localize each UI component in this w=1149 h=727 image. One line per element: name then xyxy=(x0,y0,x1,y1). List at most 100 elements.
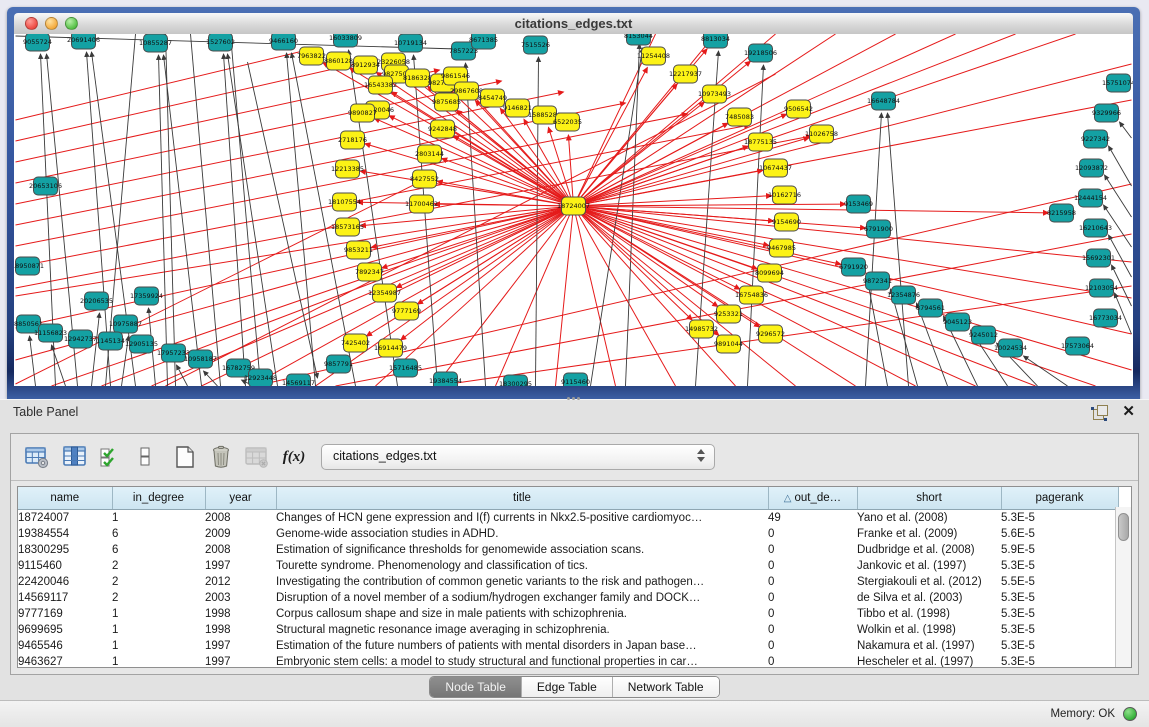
network-window-titlebar[interactable]: citations_edges.txt xyxy=(14,13,1133,35)
graph-node[interactable]: 18950871 xyxy=(14,257,44,275)
column-header-title[interactable]: title xyxy=(276,487,768,510)
graph-node[interactable]: 8671385 xyxy=(469,34,498,49)
graph-node[interactable]: 12942737 xyxy=(64,330,97,348)
graph-node[interactable]: 16914479 xyxy=(374,339,407,357)
graph-node[interactable]: 10958187 xyxy=(184,350,217,368)
close-panel-icon[interactable]: ✕ xyxy=(1122,403,1135,421)
black-edge[interactable] xyxy=(888,113,909,386)
graph-node[interactable]: 8427552 xyxy=(410,170,439,188)
graph-node[interactable]: 8860128 xyxy=(324,52,353,70)
graph-node[interactable]: 8794561 xyxy=(916,299,945,317)
delete-rows-icon[interactable] xyxy=(207,443,235,471)
graph-node[interactable]: 8912934 xyxy=(351,56,380,74)
graph-node[interactable]: 2803144 xyxy=(415,145,444,163)
red-edge-hub[interactable] xyxy=(568,135,573,206)
table-row[interactable]: 1456911722003Disruption of a novel membe… xyxy=(18,590,1118,606)
graph-node[interactable]: 14569117 xyxy=(282,374,315,386)
graph-node[interactable]: 20206535 xyxy=(80,292,113,310)
red-edge-ray[interactable] xyxy=(436,206,574,386)
table-row[interactable]: 1830029562008Estimation of significance … xyxy=(18,542,1118,558)
graph-node[interactable]: 12444154 xyxy=(1074,189,1107,207)
black-edge[interactable] xyxy=(224,54,246,386)
new-table-icon[interactable] xyxy=(171,443,199,471)
column-chooser-icon[interactable] xyxy=(61,443,89,471)
graph-node[interactable]: 12103054 xyxy=(1085,279,1118,297)
graph-node[interactable]: 12213385 xyxy=(331,160,364,178)
graph-node[interactable]: 18107554 xyxy=(328,193,361,211)
graph-node[interactable]: 19384554 xyxy=(429,372,462,386)
table-row[interactable]: 946554611997Estimation of the future num… xyxy=(18,638,1118,654)
graph-node[interactable]: 9891044 xyxy=(714,335,743,353)
black-edge[interactable] xyxy=(1105,175,1132,217)
graph-node[interactable]: 16648784 xyxy=(867,92,900,110)
graph-node[interactable]: 9227342 xyxy=(1081,130,1110,148)
graph-node[interactable]: 8153044 xyxy=(624,34,653,45)
graph-node[interactable]: 7425402 xyxy=(341,334,370,352)
graph-node[interactable]: 9115460 xyxy=(561,373,590,386)
graph-node[interactable]: 17573064 xyxy=(1061,337,1094,355)
column-header-short[interactable]: short xyxy=(857,487,1001,510)
black-edge[interactable] xyxy=(228,54,278,386)
red-edge-hub[interactable] xyxy=(574,206,718,307)
red-edge-hub[interactable] xyxy=(574,123,729,206)
graph-node[interactable]: 9777169 xyxy=(392,302,421,320)
table-row[interactable]: 1938455462009Genome-wide association stu… xyxy=(18,526,1118,542)
graph-node[interactable]: 16773034 xyxy=(1089,309,1122,327)
black-edge[interactable] xyxy=(867,275,888,386)
rows-icon[interactable] xyxy=(131,443,159,471)
graph-node[interactable]: 8813034 xyxy=(701,34,730,48)
tab-node-table[interactable]: Node Table xyxy=(430,677,522,697)
graph-node[interactable]: 9857791 xyxy=(324,355,353,373)
graph-node[interactable]: 17359924 xyxy=(130,287,163,305)
graph-node[interactable]: 9872341 xyxy=(863,272,892,290)
graph-node[interactable]: 18573165 xyxy=(331,218,364,236)
graph-node[interactable]: 10674437 xyxy=(759,159,792,177)
red-edge-hub[interactable] xyxy=(574,67,648,206)
graph-node[interactable]: 9153469 xyxy=(844,195,873,213)
graph-node[interactable]: 10024534 xyxy=(994,339,1027,357)
graph-node[interactable]: 16033809 xyxy=(329,34,362,47)
table-row[interactable]: 911546021997Tourette syndrome. Phenomeno… xyxy=(18,558,1118,574)
graph-node[interactable]: 9253321 xyxy=(714,305,743,323)
red-edge-hub[interactable] xyxy=(389,116,573,206)
graph-node[interactable]: 10719134 xyxy=(394,34,427,52)
graph-node[interactable]: 12905135 xyxy=(125,335,158,353)
scrollbar-thumb[interactable] xyxy=(1118,513,1129,541)
graph-node[interactable]: 9154690 xyxy=(772,213,801,231)
graph-node[interactable]: 11254408 xyxy=(637,47,670,65)
table-selector-dropdown[interactable]: citations_edges.txt xyxy=(321,444,715,470)
graph-node[interactable]: 10973493 xyxy=(698,85,731,103)
table-row[interactable]: 946362711997Embryonic stem cells: a mode… xyxy=(18,654,1118,668)
graph-node[interactable]: 12217937 xyxy=(669,65,702,83)
network-canvas[interactable]: 1872400779638228860128891293423226058982… xyxy=(14,34,1133,386)
graph-node[interactable]: 9329966 xyxy=(1092,104,1121,122)
graph-node[interactable]: 14985732 xyxy=(685,320,718,338)
graph-node[interactable]: 1145134 xyxy=(96,332,125,350)
graph-node[interactable]: 16543382 xyxy=(364,76,397,94)
graph-node[interactable]: 9045123 xyxy=(943,313,972,331)
graph-node[interactable]: 15716485 xyxy=(389,359,422,377)
graph-node[interactable]: 18300295 xyxy=(499,375,532,386)
black-edge[interactable] xyxy=(166,34,176,386)
float-window-icon[interactable] xyxy=(1093,405,1109,420)
graph-node[interactable]: 1527602 xyxy=(206,34,235,51)
tab-network-table[interactable]: Network Table xyxy=(613,677,719,697)
graph-node[interactable]: 8099694 xyxy=(755,264,784,282)
graph-node[interactable]: 10855287 xyxy=(139,34,172,52)
graph-node[interactable]: 6791900 xyxy=(864,220,893,238)
column-header-pagerank[interactable]: pagerank xyxy=(1001,487,1118,510)
function-builder-icon[interactable]: f(x) xyxy=(277,446,311,468)
graph-node[interactable]: 20653106 xyxy=(29,177,62,195)
delete-table-icon[interactable] xyxy=(243,443,271,471)
column-header-year[interactable]: year xyxy=(205,487,276,510)
black-edge[interactable] xyxy=(1120,122,1132,138)
graph-node[interactable]: 11700462 xyxy=(405,195,438,213)
graph-node[interactable]: 6791920 xyxy=(839,258,868,276)
black-edge[interactable] xyxy=(30,336,36,386)
graph-node[interactable]: 12093872 xyxy=(1075,159,1108,177)
graph-node[interactable]: 10975887 xyxy=(109,315,142,333)
red-edge-hub[interactable] xyxy=(365,144,574,206)
black-edge[interactable] xyxy=(1109,146,1132,186)
table-row[interactable]: 1872400712008Changes of HCN gene express… xyxy=(18,510,1118,527)
graph-node[interactable]: 15751074 xyxy=(1102,74,1133,92)
